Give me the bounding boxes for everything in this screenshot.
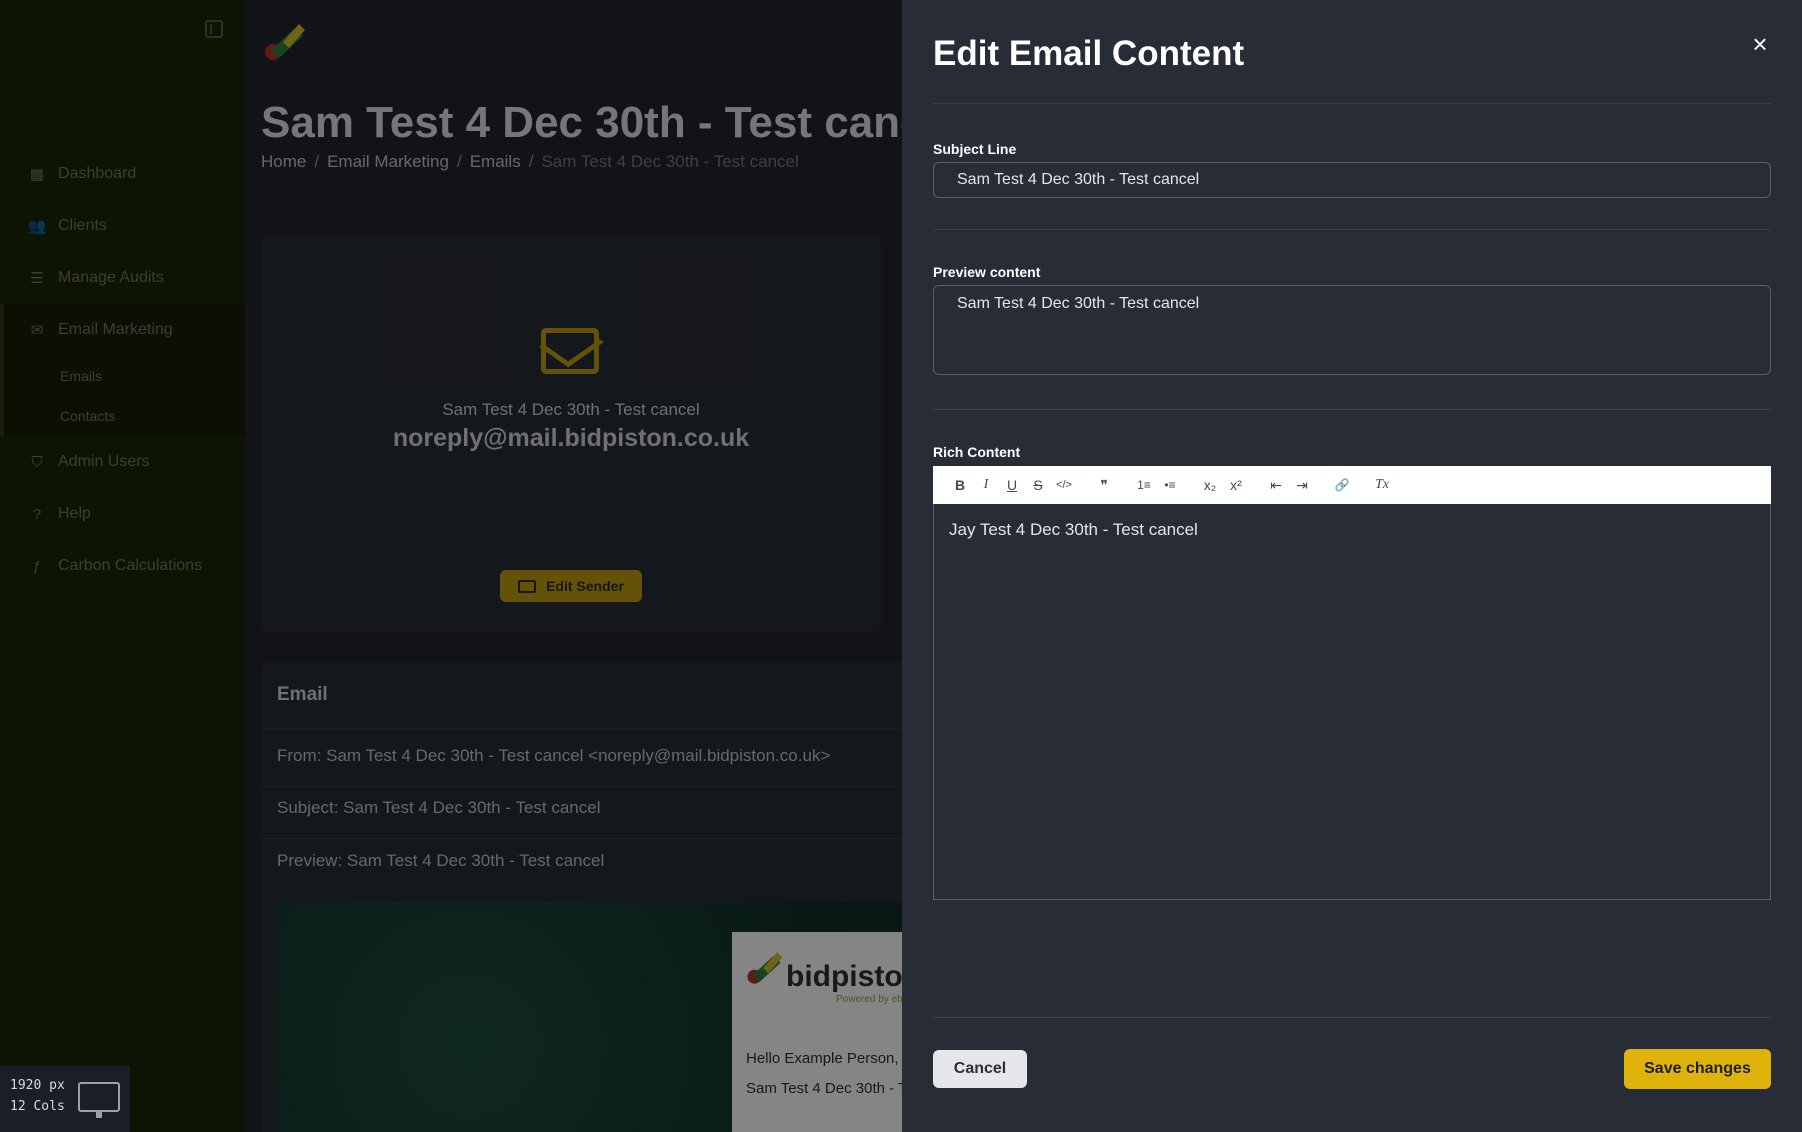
rich-text-toolbar: B I U S </> ❞ 1≡ •≡ x₂ x² ⇤ ⇥ 🔗 Tx <box>933 466 1771 504</box>
subject-line-label: Subject Line <box>933 141 1017 157</box>
rich-content-label: Rich Content <box>933 444 1021 460</box>
modal-backdrop[interactable] <box>0 0 902 1132</box>
panel-title: Edit Email Content <box>933 34 1245 73</box>
divider <box>933 229 1771 230</box>
bullet-list-button[interactable]: •≡ <box>1157 472 1183 498</box>
save-changes-button[interactable]: Save changes <box>1624 1049 1771 1089</box>
link-button[interactable]: 🔗 <box>1329 472 1355 498</box>
divider <box>933 103 1771 104</box>
clear-format-button[interactable]: Tx <box>1369 472 1395 498</box>
indent-button[interactable]: ⇥ <box>1289 472 1315 498</box>
viewport-size-badge: 1920 px 12 Cols <box>0 1066 130 1132</box>
cancel-button[interactable]: Cancel <box>933 1050 1027 1088</box>
blockquote-button[interactable]: ❞ <box>1091 472 1117 498</box>
preview-content-label: Preview content <box>933 264 1041 280</box>
edit-email-panel: Edit Email Content × Subject Line Sam Te… <box>902 0 1802 1132</box>
close-icon[interactable]: × <box>1746 30 1774 58</box>
rich-content-editor[interactable]: Jay Test 4 Dec 30th - Test cancel <box>933 504 1771 900</box>
italic-button[interactable]: I <box>973 472 999 498</box>
outdent-button[interactable]: ⇤ <box>1263 472 1289 498</box>
bold-button[interactable]: B <box>947 472 973 498</box>
divider <box>933 1017 1771 1018</box>
code-button[interactable]: </> <box>1051 472 1077 498</box>
preview-content-textarea[interactable]: Sam Test 4 Dec 30th - Test cancel <box>933 285 1771 375</box>
monitor-icon <box>78 1082 120 1118</box>
divider <box>933 409 1771 410</box>
strikethrough-button[interactable]: S <box>1025 472 1051 498</box>
subscript-button[interactable]: x₂ <box>1197 472 1223 498</box>
underline-button[interactable]: U <box>999 472 1025 498</box>
superscript-button[interactable]: x² <box>1223 472 1249 498</box>
ordered-list-button[interactable]: 1≡ <box>1131 472 1157 498</box>
subject-line-input[interactable]: Sam Test 4 Dec 30th - Test cancel <box>933 162 1771 198</box>
